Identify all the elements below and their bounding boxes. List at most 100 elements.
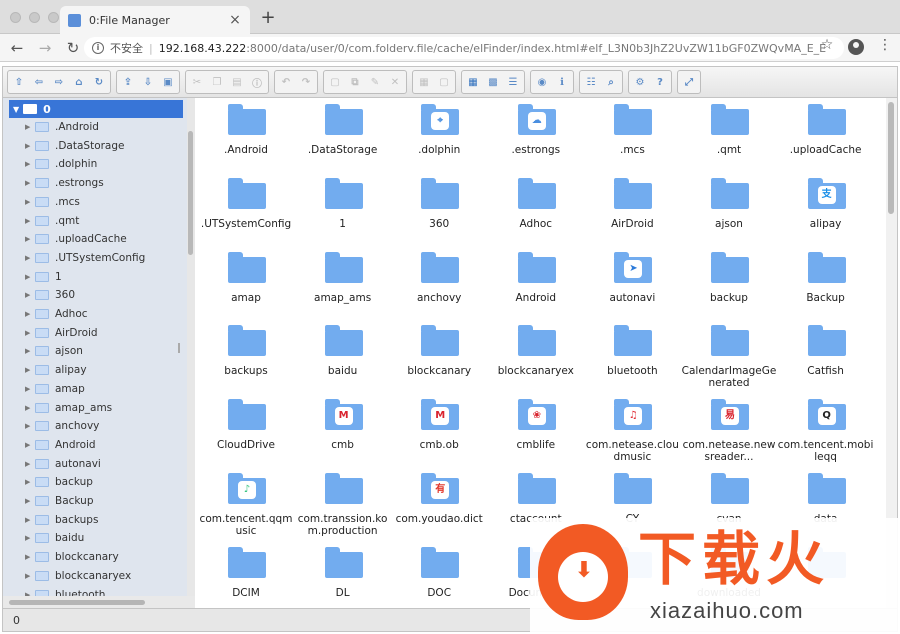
tree-item[interactable]: ▶ 1 (25, 268, 62, 286)
file-item[interactable]: amap_ams (295, 248, 391, 322)
reload-icon[interactable]: ↻ (62, 37, 84, 59)
tree-scrollbar-thumb[interactable] (188, 131, 193, 255)
help-icon[interactable]: ? (651, 73, 669, 91)
expand-arrow-icon[interactable]: ▶ (25, 534, 35, 542)
file-item[interactable]: ➤ autonavi (584, 248, 680, 322)
fullscreen-icon[interactable]: ⤢ (680, 73, 698, 91)
tree-item[interactable]: ▶ backups (25, 511, 98, 529)
expand-arrow-icon[interactable]: ▶ (25, 198, 35, 206)
copy-icon[interactable]: ❐ (208, 73, 226, 91)
tree-item[interactable]: ▶ blockcanary (25, 548, 119, 566)
file-item[interactable]: Catfish (778, 321, 874, 395)
file-item[interactable]: 易 com.netease.newsreader... (681, 395, 777, 469)
expand-arrow-icon[interactable]: ▶ (25, 553, 35, 561)
tree-item[interactable]: ▶ Android (25, 436, 96, 454)
tree-item[interactable]: ▶ Adhoc (25, 305, 88, 323)
tree-item[interactable]: ▶ backup (25, 473, 93, 491)
file-item[interactable]: .UTSystemConfig (198, 174, 294, 248)
file-item[interactable]: ajson (681, 174, 777, 248)
expand-arrow-icon[interactable]: ▶ (25, 329, 35, 337)
file-item[interactable]: Backup (778, 248, 874, 322)
tree-item[interactable]: ▶ anchovy (25, 417, 99, 435)
file-item[interactable]: CloudDrive (198, 395, 294, 469)
expand-arrow-icon[interactable]: ▶ (25, 385, 35, 393)
expand-arrow-icon[interactable]: ▶ (25, 310, 35, 318)
file-item[interactable]: Adhoc (488, 174, 584, 248)
file-item[interactable]: ☁ .estrongs (488, 100, 584, 174)
bookmark-star-icon[interactable]: ☆ (818, 37, 836, 53)
tree-item[interactable]: ▶ baidu (25, 529, 84, 547)
profile-avatar-icon[interactable] (848, 39, 864, 55)
file-item[interactable]: 360 (391, 174, 487, 248)
expand-arrow-icon[interactable]: ▶ (25, 254, 35, 262)
tree-item[interactable]: ▶ ajson (25, 342, 83, 360)
tree-item[interactable]: ▶ Backup (25, 492, 94, 510)
redo-icon[interactable]: ↷ (297, 73, 315, 91)
download-icon[interactable]: ⇩ (139, 73, 157, 91)
tree-item[interactable]: ▶ .UTSystemConfig (25, 249, 145, 267)
forward-icon[interactable]: ⇨ (50, 73, 68, 91)
tree-item[interactable]: ▶ .qmt (25, 212, 79, 230)
list-icon[interactable]: ☷ (582, 73, 600, 91)
file-item[interactable]: .mcs (584, 100, 680, 174)
tree-item[interactable]: ▶ alipay (25, 361, 87, 379)
save-icon[interactable]: ▣ (159, 73, 177, 91)
close-window-button[interactable] (10, 12, 21, 23)
browser-tab[interactable]: 0:File Manager × (60, 6, 250, 34)
maximize-window-button[interactable] (48, 12, 59, 23)
file-item[interactable]: Mcmb (295, 395, 391, 469)
info-icon[interactable]: ℹ (553, 73, 571, 91)
window-controls[interactable] (10, 12, 59, 23)
tree-item[interactable]: ▶ amap_ams (25, 399, 112, 417)
undo-icon[interactable]: ↶ (277, 73, 295, 91)
file-item[interactable]: 支 alipay (778, 174, 874, 248)
new-tab-button[interactable]: + (258, 8, 278, 28)
duplicate-icon[interactable]: ⧉ (346, 73, 364, 91)
expand-arrow-icon[interactable]: ▶ (25, 404, 35, 412)
file-item[interactable]: .uploadCache (778, 100, 874, 174)
tree-item[interactable]: ▶ .dolphin (25, 155, 97, 173)
file-item[interactable]: amap (198, 248, 294, 322)
file-item[interactable]: AirDroid (584, 174, 680, 248)
expand-arrow-icon[interactable]: ▶ (25, 478, 35, 486)
select-all-icon[interactable]: ▦ (415, 73, 433, 91)
insecure-label[interactable]: 不安全 (110, 40, 143, 56)
file-item[interactable]: ♪ com.tencent.qqmusic (198, 469, 294, 543)
file-item[interactable]: .qmt (681, 100, 777, 174)
file-item[interactable]: anchovy (391, 248, 487, 322)
back-arrow-icon[interactable]: ← (6, 37, 28, 59)
tree-item[interactable]: ▶ .estrongs (25, 174, 104, 192)
expand-arrow-icon[interactable]: ▶ (25, 273, 35, 281)
tree-item[interactable]: ▶ .uploadCache (25, 230, 127, 248)
file-item[interactable]: CalendarImageGenerated (681, 321, 777, 395)
tree-root-item[interactable]: ▼ 0 (9, 100, 183, 118)
browser-menu-icon[interactable]: ⋮ (878, 37, 892, 53)
expand-arrow-icon[interactable]: ▶ (25, 179, 35, 187)
reload-icon[interactable]: ↻ (90, 73, 108, 91)
expand-arrow-icon[interactable]: ▼ (13, 105, 19, 114)
home-icon[interactable]: ⌂ (70, 73, 88, 91)
tree-item[interactable]: ▶ blockcanaryex (25, 567, 131, 585)
expand-arrow-icon[interactable]: ▶ (25, 366, 35, 374)
url-bar[interactable]: i 不安全 | 192.168.43.222 :8000/data/user/0… (84, 37, 844, 59)
file-item[interactable]: DL (295, 543, 391, 608)
cut-icon[interactable]: ✂ (188, 73, 206, 91)
tree-item[interactable]: ▶ AirDroid (25, 324, 98, 342)
expand-arrow-icon[interactable]: ▶ (25, 460, 35, 468)
expand-arrow-icon[interactable]: ▶ (25, 160, 35, 168)
file-item[interactable]: backups (198, 321, 294, 395)
info-icon[interactable]: i (92, 42, 104, 54)
tree-item[interactable]: ▶ .mcs (25, 193, 80, 211)
new-file-icon[interactable]: ▢ (326, 73, 344, 91)
forward-arrow-icon[interactable]: → (34, 37, 56, 59)
tree-item[interactable]: ▶ .DataStorage (25, 137, 125, 155)
search-icon[interactable]: ⌕ (602, 73, 620, 91)
file-item[interactable]: .DataStorage (295, 100, 391, 174)
file-item[interactable]: Qcom.tencent.mobileqq (778, 395, 874, 469)
resize-grip-icon[interactable] (178, 343, 180, 353)
paste-off-icon[interactable]: ▤ (228, 73, 246, 91)
tree-item[interactable]: ▶ 360 (25, 286, 75, 304)
view-list-icon[interactable]: ☰ (504, 73, 522, 91)
file-item[interactable]: ♫ com.netease.cloudmusic (584, 395, 680, 469)
expand-arrow-icon[interactable]: ▶ (25, 235, 35, 243)
